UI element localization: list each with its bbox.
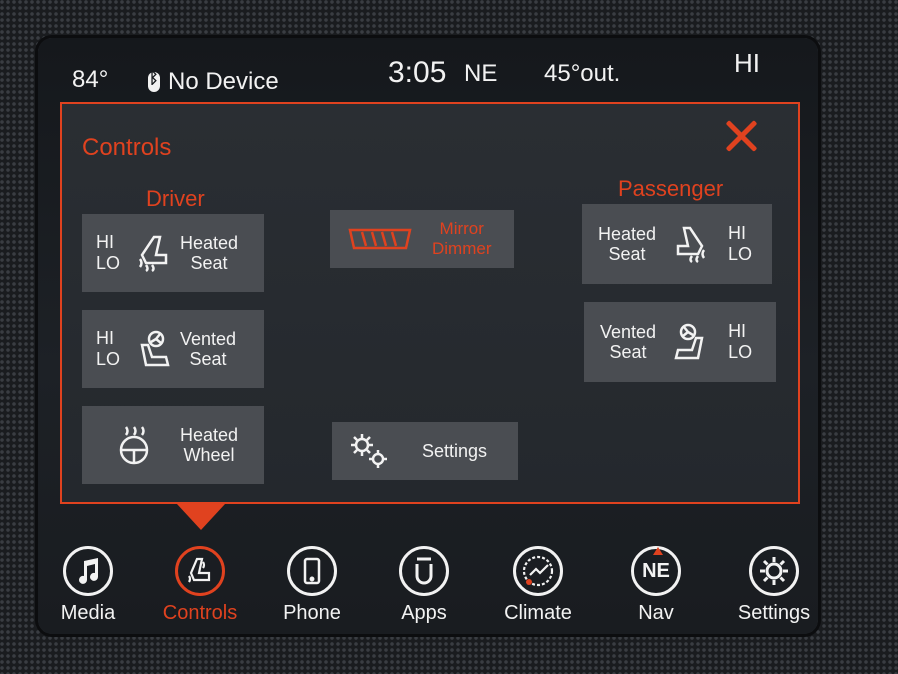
driver-label: Driver: [146, 186, 205, 211]
driver-heated-seat-button[interactable]: HI LO Heated Seat: [82, 214, 264, 292]
driver-vented-seat-button[interactable]: HI LO Vented Seat: [82, 310, 264, 388]
uconnect-apps-icon: [399, 546, 449, 596]
heated-wheel-button[interactable]: Heated Wheel: [82, 406, 264, 484]
tile-label: Heated Seat: [598, 224, 657, 264]
bottom-navigation: Media Controls Phone Apps Climate NE Nav…: [38, 504, 818, 634]
outside-temperature: 45°out.: [544, 60, 621, 87]
infotainment-screen: 84° No Device 3:05 NE 45°out. HI Control…: [38, 38, 818, 634]
tile-label: Heated Wheel: [180, 425, 239, 465]
compass-icon: NE: [631, 546, 681, 596]
passenger-vented-seat-button[interactable]: Vented Seat HI LO: [584, 302, 776, 382]
controls-panel: Controls Driver Passenger HI LO Heated S…: [60, 102, 800, 504]
passenger-label: Passenger: [618, 176, 724, 201]
music-note-icon: [63, 546, 113, 596]
bluetooth-status: No Device: [148, 68, 279, 96]
gear-icon: [749, 546, 799, 596]
mirror-icon: [346, 226, 414, 252]
gears-icon: [348, 429, 392, 473]
nav-controls[interactable]: Controls: [144, 546, 256, 625]
heated-seat-icon: [130, 231, 174, 275]
mirror-dimmer-button[interactable]: Mirror Dimmer: [330, 210, 514, 268]
status-bar: 84° No Device 3:05 NE 45°out. HI: [38, 38, 818, 98]
tile-label: Vented Seat: [600, 322, 657, 362]
nav-phone[interactable]: Phone: [256, 546, 368, 625]
passenger-heated-seat-button[interactable]: Heated Seat HI LO: [582, 204, 772, 284]
bluetooth-icon: [148, 70, 160, 92]
nav-settings[interactable]: Settings: [718, 546, 818, 625]
close-button[interactable]: [724, 118, 758, 152]
compass-heading: NE: [464, 60, 498, 87]
nav-apps[interactable]: Apps: [368, 546, 480, 625]
heated-steering-wheel-icon: [112, 423, 156, 467]
tile-label: Heated Seat: [180, 233, 239, 273]
panel-title: Controls: [82, 134, 172, 161]
phone-icon: [287, 546, 337, 596]
device-status: No Device: [168, 68, 279, 95]
vented-seat-icon: [670, 320, 714, 364]
nav-climate[interactable]: Climate: [482, 546, 594, 625]
level-indicator: HI LO: [96, 328, 121, 369]
controls-settings-button[interactable]: Settings: [332, 422, 518, 480]
climate-dial-icon: [513, 546, 563, 596]
vented-seat-icon: [130, 327, 174, 371]
level-indicator: HI LO: [728, 321, 753, 362]
clock: 3:05: [388, 56, 447, 89]
controls-seat-icon: [175, 546, 225, 596]
tile-label: Settings: [422, 441, 488, 461]
nav-media[interactable]: Media: [38, 546, 144, 625]
nav-navigation[interactable]: NE Nav: [600, 546, 712, 625]
tile-label: Mirror Dimmer: [432, 219, 492, 258]
fan-level: HI: [734, 48, 760, 78]
level-indicator: HI LO: [96, 232, 121, 273]
tile-label: Vented Seat: [180, 329, 237, 369]
cabin-temperature: 84°: [72, 66, 109, 93]
active-tab-pointer: [177, 504, 225, 530]
heated-seat-icon: [670, 222, 714, 266]
level-indicator: HI LO: [728, 223, 753, 264]
